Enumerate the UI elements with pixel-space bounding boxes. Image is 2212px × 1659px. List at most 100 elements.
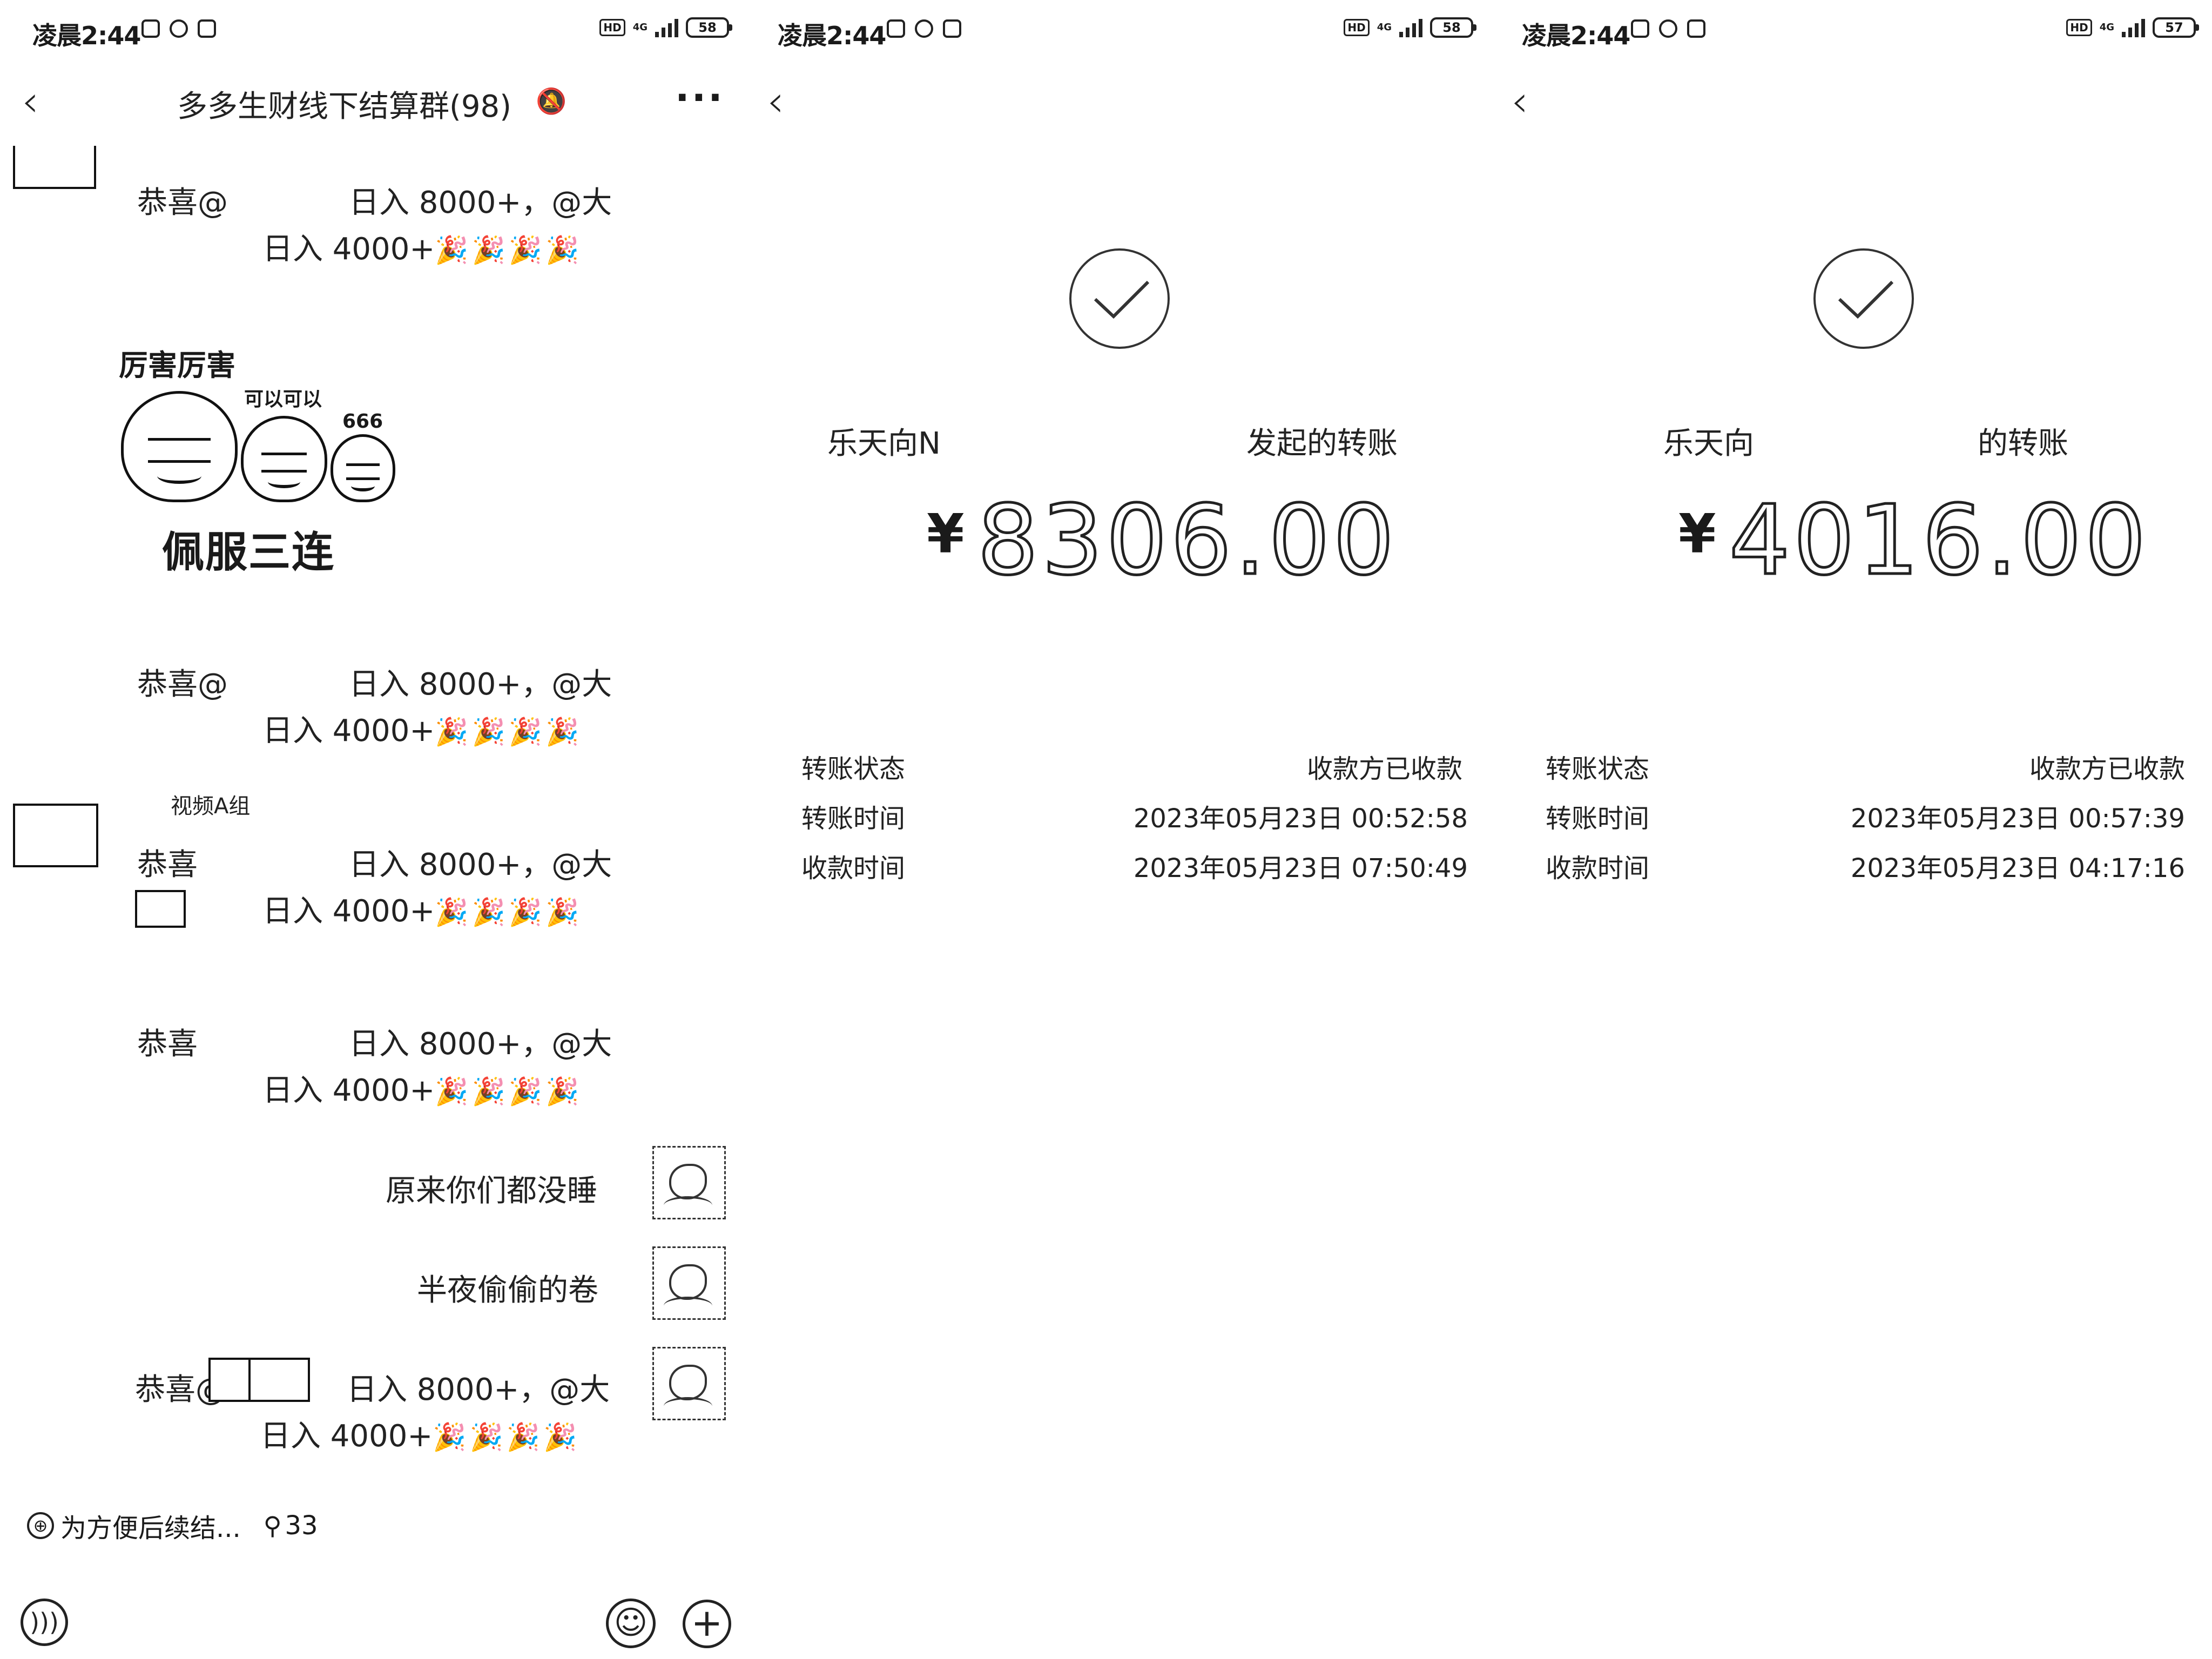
message-line: 恭喜	[137, 1027, 198, 1062]
transfer-time-value: 2023年05月23日 00:57:39	[1850, 804, 2185, 834]
sender-name: 视频A组	[171, 794, 251, 819]
message-notification-icon	[141, 19, 160, 38]
back-arrow-icon[interactable]: ‹	[767, 80, 784, 123]
status-time: 凌晨2:44	[778, 21, 886, 50]
mute-bell-icon: 🔕	[536, 86, 567, 116]
transfer-detail-screen: 凌晨2:44 HD 4G 57 ‹ 乐天向 的转账 ¥ 4016.00 转账状态…	[1489, 0, 2212, 1659]
emoji-icon[interactable]: ☺	[606, 1599, 656, 1648]
meme-subtitle: 可以可以	[244, 388, 322, 410]
transfer-time-label: 转账时间	[801, 804, 906, 834]
notification-icons	[141, 19, 216, 38]
clock-notification-icon	[170, 19, 188, 38]
notification-icons	[887, 19, 961, 38]
network-type: 4G	[2099, 22, 2114, 33]
meme-sticker[interactable]: 厉害厉害 可以可以 666 佩服三连	[119, 335, 400, 589]
transfer-from: 乐天向N	[827, 426, 941, 461]
transfer-time-label: 转账时间	[1546, 804, 1650, 834]
self-avatar[interactable]	[652, 1347, 726, 1420]
app-notification-icon	[1687, 19, 1705, 38]
receive-time-label: 收款时间	[1546, 853, 1650, 884]
amount-value: 8306.00	[976, 484, 1398, 596]
chat-screen: 凌晨2:44 HD 4G 58 ‹ 多多生财线下结算群(98) 🔕 ··· 恭喜…	[0, 0, 745, 1659]
transfer-time-value: 2023年05月23日 00:52:58	[1133, 804, 1468, 834]
meme-face-icon	[121, 391, 238, 502]
transfer-from-suffix: 发起的转账	[1246, 426, 1398, 461]
transfer-amount: ¥ 4016.00	[1678, 484, 2149, 596]
redacted-box	[208, 1358, 251, 1402]
group-notice-bar[interactable]: ⊕ 为方便后续结... ⚲ 33	[27, 1507, 318, 1545]
meme-face-icon	[241, 416, 327, 502]
message-line: 日入 8000+，@大	[349, 847, 612, 882]
notification-icons	[1631, 19, 1705, 38]
more-options-icon[interactable]: ···	[675, 76, 725, 120]
self-avatar[interactable]	[652, 1146, 726, 1219]
party-popper-icon: 🎉🎉🎉🎉	[435, 234, 583, 266]
message-line: 日入 8000+，@大	[349, 1027, 612, 1062]
transfer-amount: ¥ 8306.00	[927, 484, 1398, 596]
status-bar: 凌晨2:44 HD 4G 58	[745, 0, 1489, 65]
success-check-icon	[1069, 248, 1170, 349]
status-label: 转账状态	[801, 754, 906, 784]
clock-notification-icon	[915, 19, 933, 38]
party-popper-icon: 🎉🎉🎉🎉	[435, 896, 583, 928]
hd-icon: HD	[2066, 19, 2092, 36]
member-count: ⚲ 33	[263, 1510, 318, 1541]
transfer-from: 乐天向	[1663, 426, 1754, 461]
back-arrow-icon[interactable]: ‹	[1511, 80, 1528, 123]
self-avatar[interactable]	[652, 1246, 726, 1320]
status-time: 凌晨2:44	[32, 21, 141, 50]
battery-icon: 58	[686, 17, 732, 38]
message-line: 日入 4000+🎉🎉🎉🎉	[262, 1073, 583, 1108]
battery-icon: 58	[1430, 17, 1476, 38]
transfer-detail-screen: 凌晨2:44 HD 4G 58 ‹ 乐天向N 发起的转账 ¥ 8306.00 转…	[745, 0, 1489, 1659]
success-check-icon	[1813, 248, 1914, 349]
app-notification-icon	[198, 19, 216, 38]
status-value: 收款方已收款	[2029, 754, 2185, 784]
message-line: 日入 4000+🎉🎉🎉🎉	[262, 232, 583, 267]
battery-icon: 57	[2153, 17, 2199, 38]
message-line: 日入 4000+🎉🎉🎉🎉	[262, 713, 583, 748]
message-line: 日入 8000+，@大	[349, 185, 612, 220]
status-bar: 凌晨2:44 HD 4G 58	[0, 0, 745, 65]
amount-value: 4016.00	[1728, 484, 2149, 596]
signal-icon	[1399, 18, 1422, 37]
party-popper-icon: 🎉🎉🎉🎉	[435, 716, 583, 747]
back-arrow-icon[interactable]: ‹	[22, 80, 39, 123]
message-line: 日入 4000+🎉🎉🎉🎉	[262, 894, 583, 929]
app-notification-icon	[943, 19, 961, 38]
receive-time-label: 收款时间	[801, 853, 906, 884]
message-line: 恭喜@	[137, 667, 228, 702]
hd-icon: HD	[599, 19, 625, 36]
meme-caption: 佩服三连	[162, 528, 335, 577]
message-line: 恭喜@	[137, 185, 228, 220]
chat-nav-bar: ‹ 多多生财线下结算群(98) 🔕 ···	[0, 65, 745, 135]
message-line: 日入 4000+🎉🎉🎉🎉	[260, 1419, 581, 1454]
avatar[interactable]	[13, 804, 98, 867]
network-type: 4G	[632, 22, 648, 33]
receive-time-value: 2023年05月23日 04:17:16	[1850, 853, 2185, 884]
redacted-box	[248, 1358, 310, 1402]
voice-input-icon[interactable]: )))	[21, 1599, 68, 1646]
add-icon[interactable]: +	[683, 1600, 731, 1648]
notice-text: 为方便后续结...	[60, 1513, 241, 1543]
currency-symbol: ¥	[927, 502, 965, 565]
status-right: HD 4G 58	[599, 17, 732, 38]
signal-icon	[2122, 18, 2145, 37]
meme-title: 厉害厉害	[119, 348, 235, 382]
clock-notification-icon	[1659, 19, 1677, 38]
self-message: 半夜偷偷的卷	[417, 1273, 598, 1308]
transfer-from-suffix: 的转账	[1978, 426, 2068, 461]
status-label: 转账状态	[1546, 754, 1650, 784]
hd-icon: HD	[1344, 19, 1370, 36]
message-line: 恭喜	[137, 847, 198, 882]
message-line: 日入 8000+，@大	[349, 667, 612, 702]
status-time: 凌晨2:44	[1522, 21, 1630, 50]
status-right: HD 4G 57	[2066, 17, 2199, 38]
meme-number: 666	[342, 410, 383, 433]
status-value: 收款方已收款	[1306, 754, 1462, 784]
party-popper-icon: 🎉🎉🎉🎉	[433, 1421, 581, 1453]
currency-symbol: ¥	[1678, 502, 1716, 565]
avatar[interactable]	[13, 146, 96, 189]
receive-time-value: 2023年05月23日 07:50:49	[1133, 853, 1468, 884]
redacted-box	[135, 890, 186, 928]
